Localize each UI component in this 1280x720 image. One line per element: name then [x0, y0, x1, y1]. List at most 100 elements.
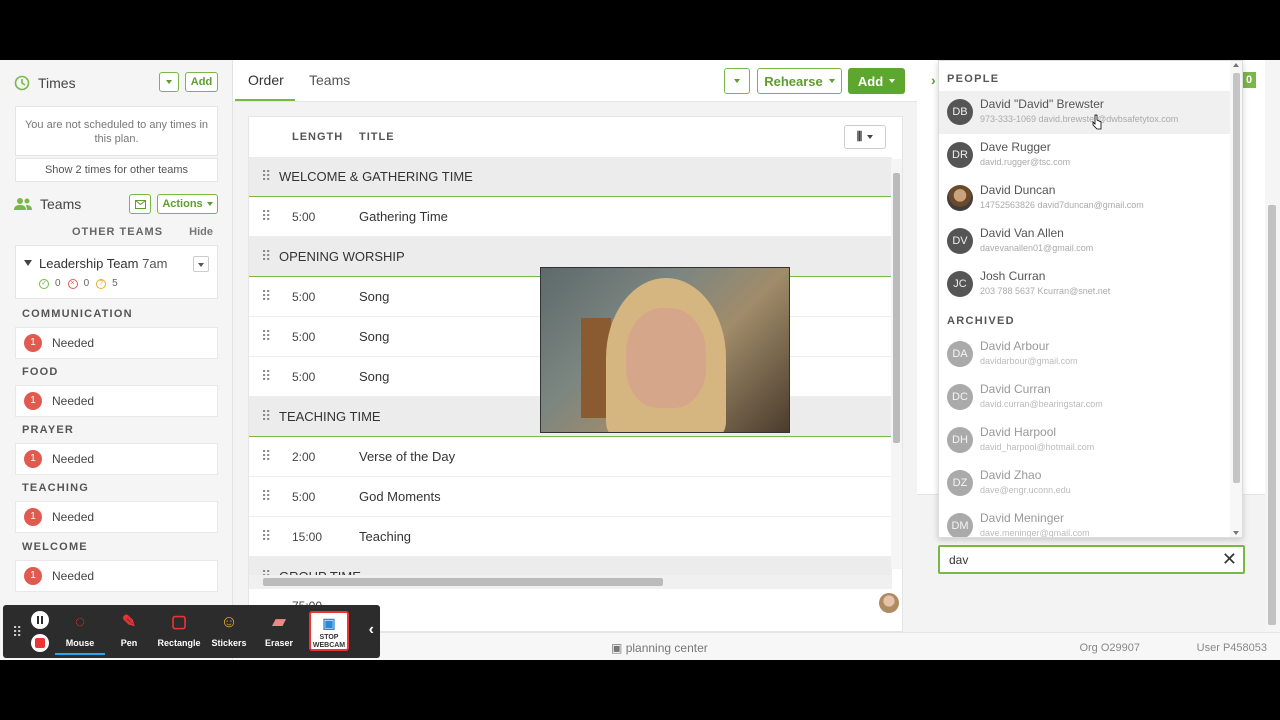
add-label: Add [857, 73, 884, 89]
needed-position-row[interactable]: 1 Needed [15, 501, 218, 533]
drag-handle-icon[interactable]: ⠿ [261, 408, 271, 425]
section-title: TEACHING TIME [279, 409, 381, 424]
archived-person-result[interactable]: DM David Meninger dave.meninger@gmail.com [939, 505, 1231, 537]
user-avatar[interactable] [879, 593, 899, 613]
teams-title: Teams [40, 196, 82, 212]
scroll-up-icon[interactable] [1233, 63, 1239, 67]
order-horizontal-scrollbar[interactable] [249, 575, 892, 589]
leadership-team-card[interactable]: Leadership Team 7am ✓ 0 × 0 ? 5 [15, 245, 218, 299]
person-result[interactable]: DB David "David" Brewster 973-333-1069 dav… [939, 91, 1231, 134]
order-item-row[interactable]: ⠿ 2:00 Verse of the Day [249, 437, 892, 477]
person-name: David Duncan [980, 183, 1056, 197]
person-result[interactable]: David Duncan 14752563826 david7duncan@gma… [939, 177, 1231, 220]
drag-handle-icon[interactable]: ⠿ [261, 248, 271, 265]
needed-position-row[interactable]: 1 Needed [15, 560, 218, 592]
person-name: Dave Rugger [980, 140, 1051, 154]
needed-count-badge: 1 [24, 450, 42, 468]
person-name: David Meninger [980, 511, 1065, 525]
page-vertical-scrollbar[interactable] [1265, 60, 1280, 632]
order-item-row[interactable]: ⠿ 5:00 God Moments [249, 477, 892, 517]
stickers-tool-button[interactable]: ☺ Stickers [204, 609, 254, 655]
team-options-dropdown[interactable] [193, 256, 209, 272]
stop-webcam-button[interactable]: ▣ STOP WEBCAM [309, 611, 349, 651]
person-result[interactable]: DR Dave Rugger david.rugger@tsc.com [939, 134, 1231, 177]
show-other-times-link[interactable]: Show 2 times for other teams [15, 158, 218, 182]
eraser-tool-button[interactable]: ▰ Eraser [254, 609, 304, 655]
drag-handle-icon[interactable]: ⠿ [261, 328, 271, 345]
item-length: 5:00 [292, 289, 316, 304]
expand-triangle-icon[interactable] [24, 260, 32, 266]
person-search-input[interactable]: dav ✕ [938, 545, 1245, 574]
clear-search-icon[interactable]: ✕ [1222, 549, 1237, 569]
chevron-right-icon[interactable]: › [931, 72, 936, 88]
times-add-button[interactable]: Add [185, 72, 218, 92]
drag-handle-icon[interactable]: ⠿ [261, 368, 271, 385]
email-team-button[interactable] [129, 194, 151, 214]
eraser-icon: ▰ [272, 612, 286, 631]
drag-handle-icon[interactable]: ⠿ [261, 208, 271, 225]
person-contact: david.curran@bearingstar.com [980, 399, 1103, 409]
drag-handle-icon[interactable]: ⠿ [261, 448, 271, 465]
webcam-label-bottom: WEBCAM [312, 642, 346, 649]
envelope-icon [134, 199, 146, 209]
needed-position-row[interactable]: 1 Needed [15, 443, 218, 475]
drag-handle-icon[interactable]: ⠿ [261, 168, 271, 185]
pause-recording-button[interactable] [31, 611, 49, 629]
rehearse-button[interactable]: Rehearse [757, 68, 842, 94]
drag-handle-icon[interactable]: ⠿ [261, 528, 271, 545]
category-label: FOOD [22, 366, 59, 378]
person-result[interactable]: DV David Van Allen davevanallen01@gmail.co… [939, 220, 1231, 263]
pen-tool-button[interactable]: ✎ Pen [104, 609, 154, 655]
collapse-toolbar-icon[interactable]: ‹ [369, 621, 374, 639]
order-options-dropdown[interactable] [724, 68, 750, 94]
needed-position-row[interactable]: 1 Needed [15, 385, 218, 417]
drag-handle-icon[interactable]: ⠿ [261, 488, 271, 505]
toolbar-drag-handle-icon[interactable]: ⠿ [12, 624, 22, 641]
person-contact: david_harpool@hotmail.com [980, 442, 1095, 452]
results-scrollbar[interactable] [1230, 61, 1242, 537]
person-contact: 973-333-1069 david.brewster@dwbsafetytox… [980, 114, 1179, 124]
needed-position-row[interactable]: 1 Needed [15, 327, 218, 359]
other-teams-label: OTHER TEAMS [72, 226, 164, 238]
stop-recording-button[interactable] [31, 634, 49, 652]
drag-handle-icon[interactable]: ⠿ [261, 288, 271, 305]
declined-count: 0 [83, 278, 90, 289]
scrollbar-thumb[interactable] [263, 578, 663, 586]
columns-toggle-button[interactable]: ⦀ [844, 125, 886, 149]
add-item-button[interactable]: Add [848, 68, 905, 94]
section-title: OPENING WORSHIP [279, 249, 405, 264]
declined-icon: × [67, 278, 78, 289]
needed-label: Needed [52, 452, 95, 466]
order-item-row[interactable]: ⠿ 15:00 Teaching [249, 517, 892, 557]
count-badge: 0 [1242, 72, 1256, 88]
tab-teams[interactable]: Teams [309, 72, 350, 88]
times-title: Times [38, 75, 76, 91]
rectangle-tool-button[interactable]: ▢ Rectangle [154, 609, 204, 655]
archived-person-result[interactable]: DC David Curran david.curran@bearingstar.c… [939, 376, 1231, 419]
archived-person-result[interactable]: DH David Harpool david_harpool@hotmail.com [939, 419, 1231, 462]
sticker-icon: ☺ [220, 612, 238, 631]
archived-section-label: ARCHIVED [947, 315, 1015, 327]
order-area: Order Teams Rehearse Add LENGTH TITLE ⦀ … [233, 60, 917, 660]
chevron-down-icon [734, 79, 740, 83]
archived-person-result[interactable]: DZ David Zhao dave@engr.uconn.edu [939, 462, 1231, 505]
times-dropdown-button[interactable] [159, 72, 179, 92]
scroll-down-icon[interactable] [1233, 531, 1239, 535]
order-vertical-scrollbar[interactable] [891, 159, 902, 569]
teams-actions-button[interactable]: Actions [157, 194, 218, 214]
hide-other-teams-link[interactable]: Hide [189, 226, 213, 238]
scrollbar-thumb[interactable] [893, 173, 900, 443]
order-item-row[interactable]: ⠿ 5:00 Gathering Time [249, 197, 892, 237]
scrollbar-thumb[interactable] [1268, 205, 1276, 625]
person-result[interactable]: JC Josh Curran 203 788 5637 Kcurran@snet.n… [939, 263, 1231, 306]
teams-header: Teams [14, 192, 81, 216]
chevron-down-icon [889, 79, 896, 83]
scrollbar-thumb[interactable] [1233, 73, 1240, 483]
planning-center-logo[interactable]: ▣ planning center [611, 641, 708, 655]
avatar: DB [947, 99, 973, 125]
archived-person-result[interactable]: DA David Arbour davidarbour@gmail.com [939, 333, 1231, 376]
section-header-row[interactable]: ⠿ WELCOME & GATHERING TIME [249, 157, 892, 197]
webcam-overlay[interactable] [540, 267, 790, 433]
tab-order[interactable]: Order [248, 72, 284, 88]
mouse-tool-button[interactable]: ◌ Mouse [55, 609, 105, 655]
